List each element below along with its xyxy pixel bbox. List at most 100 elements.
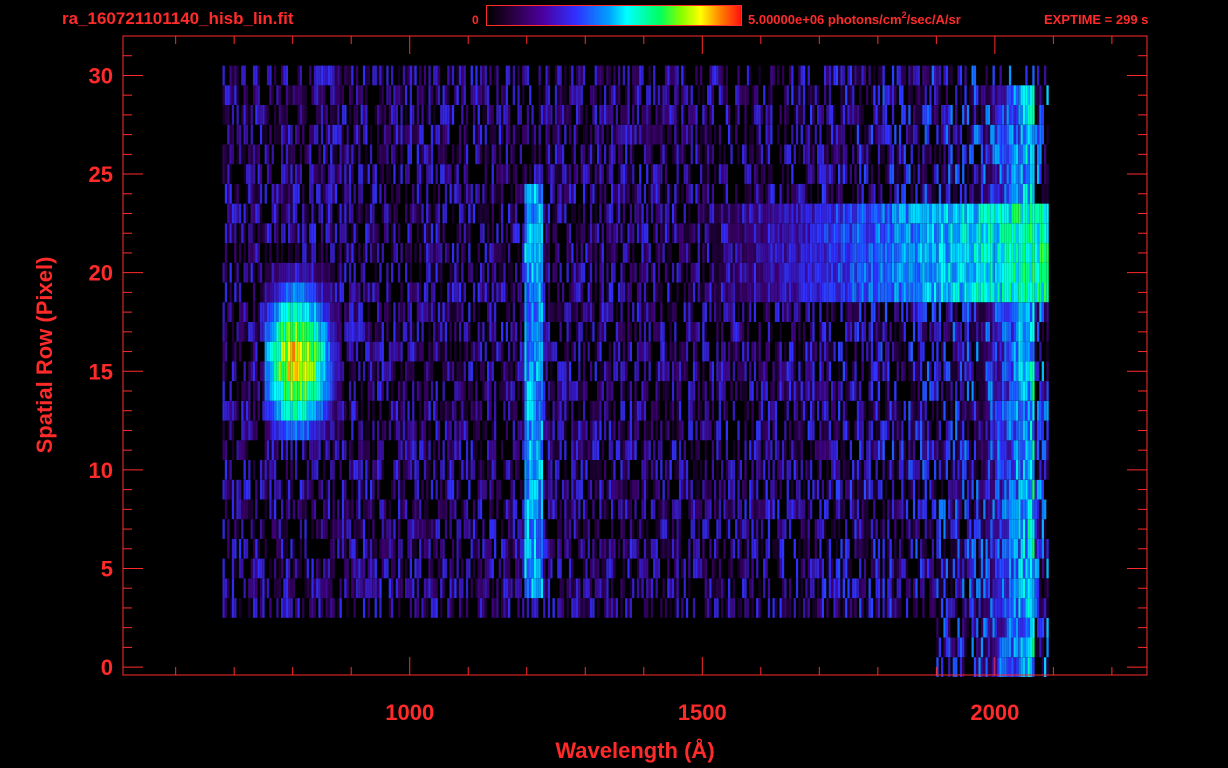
heat-cell	[320, 479, 324, 500]
heat-cell	[304, 578, 307, 599]
heat-cell	[826, 361, 829, 382]
heat-cell	[678, 479, 682, 500]
heat-cell	[945, 282, 948, 303]
heat-cell	[550, 302, 553, 322]
heat-cell	[381, 361, 384, 382]
heat-cell	[536, 460, 539, 480]
heat-cell	[838, 262, 841, 283]
heat-cell	[934, 499, 937, 520]
heat-cell	[1046, 558, 1049, 579]
heat-cell	[962, 262, 965, 283]
heat-cell	[802, 262, 806, 283]
heat-cell	[426, 578, 429, 599]
heat-cell	[828, 322, 831, 342]
heat-cell	[660, 243, 663, 263]
heat-cell	[1046, 598, 1049, 618]
heat-cell	[990, 499, 993, 520]
heat-cell	[784, 578, 787, 599]
heat-cell	[575, 262, 579, 283]
heat-cell	[325, 341, 328, 362]
heat-cell	[575, 282, 579, 303]
heat-cell	[557, 440, 560, 460]
heat-cell	[302, 381, 305, 401]
heat-cell	[650, 302, 654, 322]
heat-cell	[894, 558, 897, 579]
heat-cell	[1022, 322, 1026, 342]
heat-cell	[606, 538, 609, 559]
heat-cell	[805, 243, 808, 263]
heat-cell	[313, 499, 317, 520]
heat-cell	[531, 302, 534, 322]
heat-cell	[973, 302, 977, 322]
heat-cell	[870, 558, 874, 579]
heat-cell	[456, 558, 459, 579]
heat-cell	[250, 578, 253, 599]
heat-cell	[847, 381, 850, 401]
heat-cell	[1022, 361, 1026, 382]
heat-cell	[891, 282, 895, 303]
heat-cell	[966, 440, 970, 460]
heat-cell	[599, 302, 602, 322]
heat-cell	[922, 538, 925, 559]
heat-cell	[332, 420, 335, 441]
heat-cell	[814, 598, 817, 618]
heat-cell	[568, 361, 572, 382]
heat-cell	[367, 302, 370, 322]
heat-cell	[927, 519, 930, 539]
heat-cell	[407, 440, 410, 460]
heat-cell	[430, 243, 434, 263]
heat-cell	[774, 243, 778, 263]
heat-cell	[571, 578, 574, 599]
heat-cell	[728, 262, 731, 283]
heat-cell	[304, 420, 307, 441]
heat-cell	[1015, 460, 1019, 480]
heat-cell	[1032, 460, 1035, 480]
heat-cell	[826, 282, 829, 303]
heat-cell	[784, 460, 787, 480]
heat-cell	[707, 420, 710, 441]
heat-cell	[468, 243, 471, 263]
heat-cell	[339, 420, 342, 441]
heat-cell	[817, 282, 820, 303]
heat-cell	[653, 479, 656, 500]
heat-cell	[547, 578, 551, 599]
heat-cell	[238, 282, 242, 303]
heat-cell	[971, 598, 974, 618]
heat-cell	[873, 558, 876, 579]
heat-cell	[454, 420, 457, 441]
heat-cell	[1008, 262, 1012, 283]
heat-cell	[716, 578, 719, 599]
heat-cell	[290, 302, 293, 322]
heat-cell	[819, 322, 822, 342]
heat-cell	[437, 440, 441, 460]
heat-cell	[643, 440, 647, 460]
heat-cell	[725, 420, 728, 441]
heat-cell	[346, 341, 349, 362]
heat-cell	[585, 578, 588, 599]
heat-cell	[388, 341, 391, 362]
heat-cell	[924, 400, 927, 421]
heat-cell	[494, 420, 497, 441]
heat-cell	[793, 499, 796, 520]
heat-cell	[575, 381, 579, 401]
heat-cell	[498, 381, 501, 401]
heat-cell	[966, 479, 970, 500]
heat-cell	[697, 538, 700, 559]
heat-cell	[325, 479, 328, 500]
heat-cell	[472, 440, 476, 460]
heat-cell	[313, 420, 317, 441]
heat-cell	[557, 420, 560, 441]
heat-cell	[1006, 578, 1009, 599]
heat-cell	[952, 361, 955, 382]
heat-cell	[948, 243, 951, 263]
heat-cell	[774, 400, 778, 421]
heat-cell	[440, 341, 443, 362]
heat-cell	[484, 420, 487, 441]
heat-cell	[222, 479, 225, 500]
heat-cell	[262, 400, 265, 421]
heat-cell	[369, 322, 373, 342]
heat-cell	[501, 262, 504, 283]
heat-cell	[901, 243, 904, 263]
heat-cell	[849, 282, 852, 303]
heat-cell	[671, 578, 675, 599]
